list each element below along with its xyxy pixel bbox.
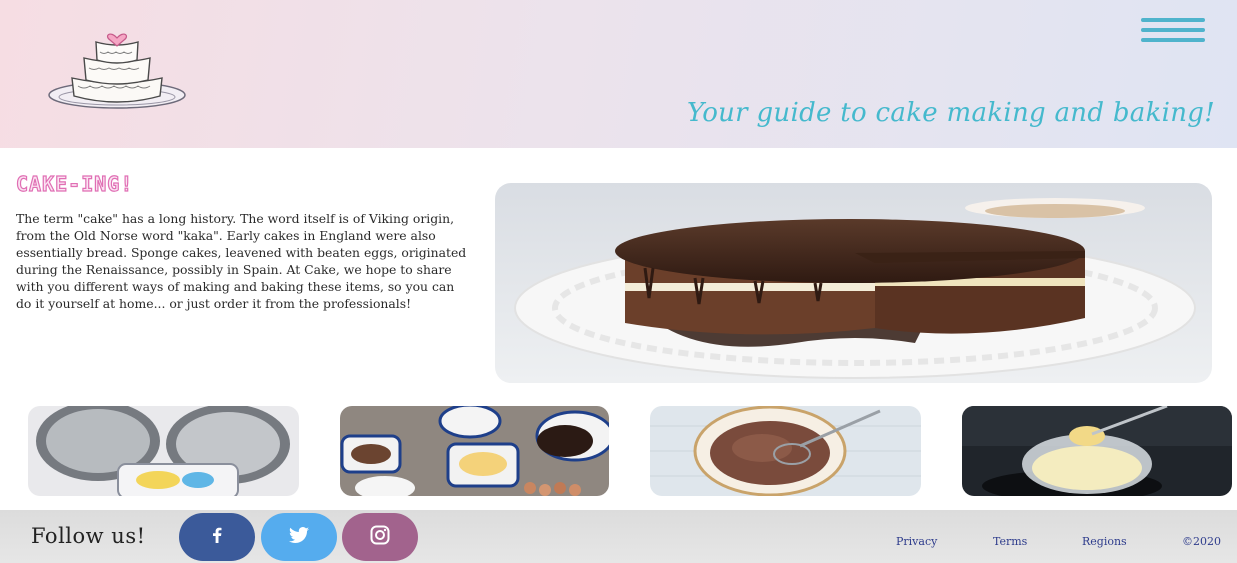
hero-cake-image	[495, 183, 1212, 383]
menu-bar	[1141, 18, 1205, 22]
facebook-icon	[210, 527, 224, 547]
thumbnail-ingredients	[340, 406, 609, 496]
site-tagline: Your guide to cake making and baking!	[686, 98, 1215, 128]
twitter-button[interactable]	[261, 513, 337, 561]
terms-link[interactable]: Terms	[993, 535, 1027, 548]
twitter-icon	[289, 527, 309, 547]
thumbnail-whisking	[962, 406, 1232, 496]
thumbnail-cake-tins	[28, 406, 299, 496]
instagram-button[interactable]	[342, 513, 418, 561]
facebook-button[interactable]	[179, 513, 255, 561]
copyright-text: ©2020	[1182, 535, 1221, 548]
follow-us-label: Follow us!	[31, 524, 146, 548]
thumbnail-chocolate-batter	[650, 406, 921, 496]
menu-bar	[1141, 28, 1205, 32]
menu-bar	[1141, 38, 1205, 42]
section-title: CAKE-ING!	[15, 171, 134, 196]
hamburger-menu-icon[interactable]	[1141, 18, 1205, 44]
intro-paragraph: The term "cake" has a long history. The …	[16, 211, 467, 311]
instagram-icon	[370, 525, 390, 549]
regions-link[interactable]: Regions	[1082, 535, 1127, 548]
site-header: Your guide to cake making and baking!	[0, 0, 1237, 148]
site-footer: Follow us! Privacy Terms Regions ©2020	[0, 510, 1237, 563]
cake-logo-icon[interactable]	[44, 18, 194, 118]
privacy-link[interactable]: Privacy	[896, 535, 937, 548]
